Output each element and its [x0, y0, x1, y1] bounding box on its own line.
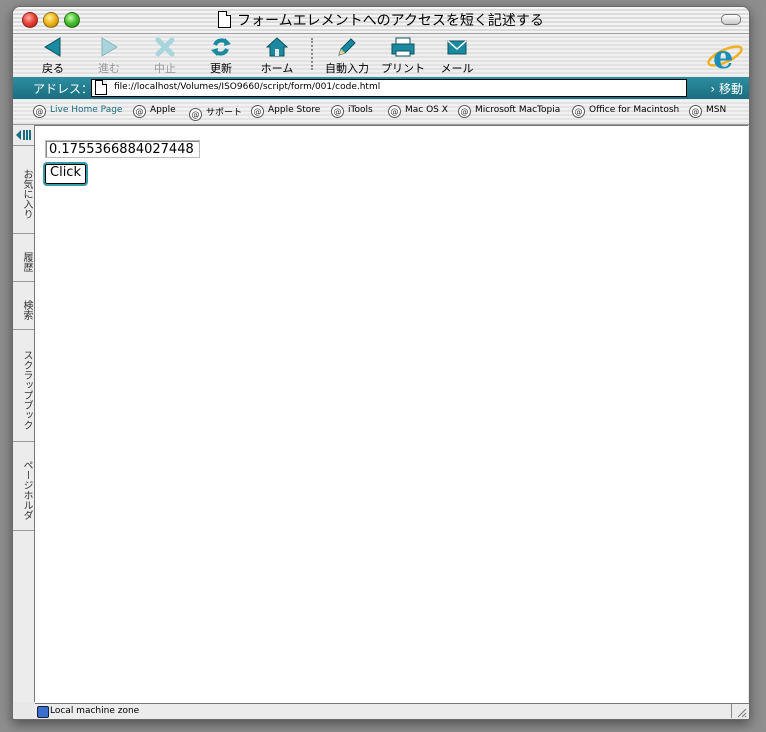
toolbar-separator	[311, 38, 313, 70]
forward-label: 進む	[98, 62, 120, 75]
favorite-label: Live Home Page	[50, 105, 123, 115]
stop-label: 中止	[154, 62, 176, 75]
mail-button[interactable]: メール	[429, 36, 485, 76]
page-content: 0.1755366884027448 Click	[35, 125, 748, 703]
back-button[interactable]: 戻る	[25, 36, 81, 76]
go-label: 移動	[718, 82, 743, 96]
back-label: 戻る	[42, 62, 64, 75]
at-icon: @	[189, 108, 202, 121]
at-icon: @	[572, 105, 585, 118]
status-bar: Local machine zone	[35, 703, 749, 719]
sidebar-tab-scrapbook[interactable]: スクラップブック	[13, 329, 34, 441]
printer-icon	[391, 37, 415, 57]
mail-label: メール	[440, 62, 474, 75]
window-title-wrap: フォームエレメントへのアクセスを短く記述する	[13, 10, 749, 30]
forward-button[interactable]: 進む	[81, 36, 137, 76]
mail-envelope-icon	[447, 40, 467, 55]
title-bar[interactable]: フォームエレメントへのアクセスを短く記述する	[13, 7, 749, 34]
address-label: アドレス：	[33, 82, 94, 96]
sidebar-toggle-icon[interactable]	[15, 129, 31, 141]
print-label: プリント	[381, 62, 425, 75]
favorite-label: サポート	[206, 108, 243, 118]
refresh-label: 更新	[210, 62, 232, 75]
at-icon: @	[689, 105, 702, 118]
zone-text: Local machine zone	[50, 706, 140, 716]
stop-x-icon	[155, 37, 175, 57]
at-icon: @	[331, 105, 344, 118]
svg-text:e: e	[713, 38, 733, 73]
print-button[interactable]: プリント	[373, 36, 433, 76]
go-arrow-icon: ›	[710, 82, 719, 96]
favorite-link[interactable]: @ Microsoft MacTopia	[458, 105, 560, 118]
stop-button[interactable]: 中止	[137, 36, 193, 76]
favorite-label: MSN	[706, 105, 727, 115]
favorite-link[interactable]: @ iTools	[331, 105, 373, 118]
home-label: ホーム	[260, 62, 294, 75]
at-icon: @	[458, 105, 471, 118]
go-button[interactable]: › 移動	[710, 80, 743, 97]
at-icon: @	[388, 105, 401, 118]
click-button[interactable]: Click	[43, 162, 88, 186]
sidebar-tab-history[interactable]: 履歴	[13, 233, 34, 281]
autofill-button[interactable]: 自動入力	[317, 36, 377, 76]
home-button[interactable]: ホーム	[249, 36, 305, 76]
internet-explorer-logo: e	[707, 38, 743, 73]
forward-arrow-icon	[101, 37, 118, 57]
favorite-link[interactable]: @ Apple	[133, 105, 176, 118]
window-title: フォームエレメントへのアクセスを短く記述する	[237, 13, 544, 29]
value-text-field[interactable]: 0.1755366884027448	[45, 140, 200, 158]
favorite-link[interactable]: @ Live Home Page	[33, 105, 122, 118]
at-icon: @	[133, 105, 146, 118]
page-document-icon	[95, 80, 107, 95]
favorite-label: Mac OS X	[405, 105, 448, 115]
zone-icon	[37, 706, 49, 718]
back-arrow-icon	[44, 37, 61, 57]
explorer-sidebar: お気に入り 履歴 検索 スクラップブック ページホルダ	[13, 125, 35, 702]
home-icon	[266, 37, 288, 57]
sidebar-tab-search[interactable]: 検索	[13, 281, 34, 329]
favorite-label: iTools	[348, 105, 373, 115]
at-icon: @	[251, 105, 264, 118]
favorite-link[interactable]: @ Mac OS X	[388, 105, 448, 118]
pencil-icon	[338, 38, 356, 56]
resize-grip-icon[interactable]	[735, 706, 747, 718]
favorite-link[interactable]: @ サポート	[189, 105, 242, 121]
favorites-bar: @ Live Home Page @ Apple @ サポート @ Apple Stor…	[13, 100, 749, 125]
address-bar: アドレス： file://localhost/Volumes/ISO9660/s…	[13, 77, 749, 99]
address-url[interactable]: file://localhost/Volumes/ISO9660/script/…	[114, 82, 380, 92]
sidebar-tab-page-holder[interactable]: ページホルダ	[13, 441, 34, 531]
autofill-label: 自動入力	[325, 62, 369, 75]
favorite-link[interactable]: @ Apple Store	[251, 105, 320, 118]
refresh-button[interactable]: 更新	[193, 36, 249, 76]
toolbar-toggle-button[interactable]	[721, 14, 741, 25]
favorite-label: Office for Macintosh	[589, 105, 680, 115]
favorite-label: Microsoft MacTopia	[475, 105, 561, 115]
address-field[interactable]: file://localhost/Volumes/ISO9660/script/…	[91, 79, 687, 97]
favorite-label: Apple Store	[268, 105, 321, 115]
document-icon	[218, 11, 232, 28]
at-icon: @	[33, 105, 46, 118]
favorite-label: Apple	[150, 105, 176, 115]
refresh-icon	[211, 38, 231, 56]
browser-window: フォームエレメントへのアクセスを短く記述する 戻る 進む 中止 更新 ホーム 自…	[12, 6, 750, 720]
sidebar-tab-favorites[interactable]: お気に入り	[13, 145, 34, 233]
favorite-link[interactable]: @ Office for Macintosh	[572, 105, 679, 118]
status-zone-area: Local machine zone	[35, 704, 732, 718]
toolbar: 戻る 進む 中止 更新 ホーム 自動入力 プリント メール e	[13, 34, 749, 76]
favorite-link[interactable]: @ MSN	[689, 105, 726, 118]
